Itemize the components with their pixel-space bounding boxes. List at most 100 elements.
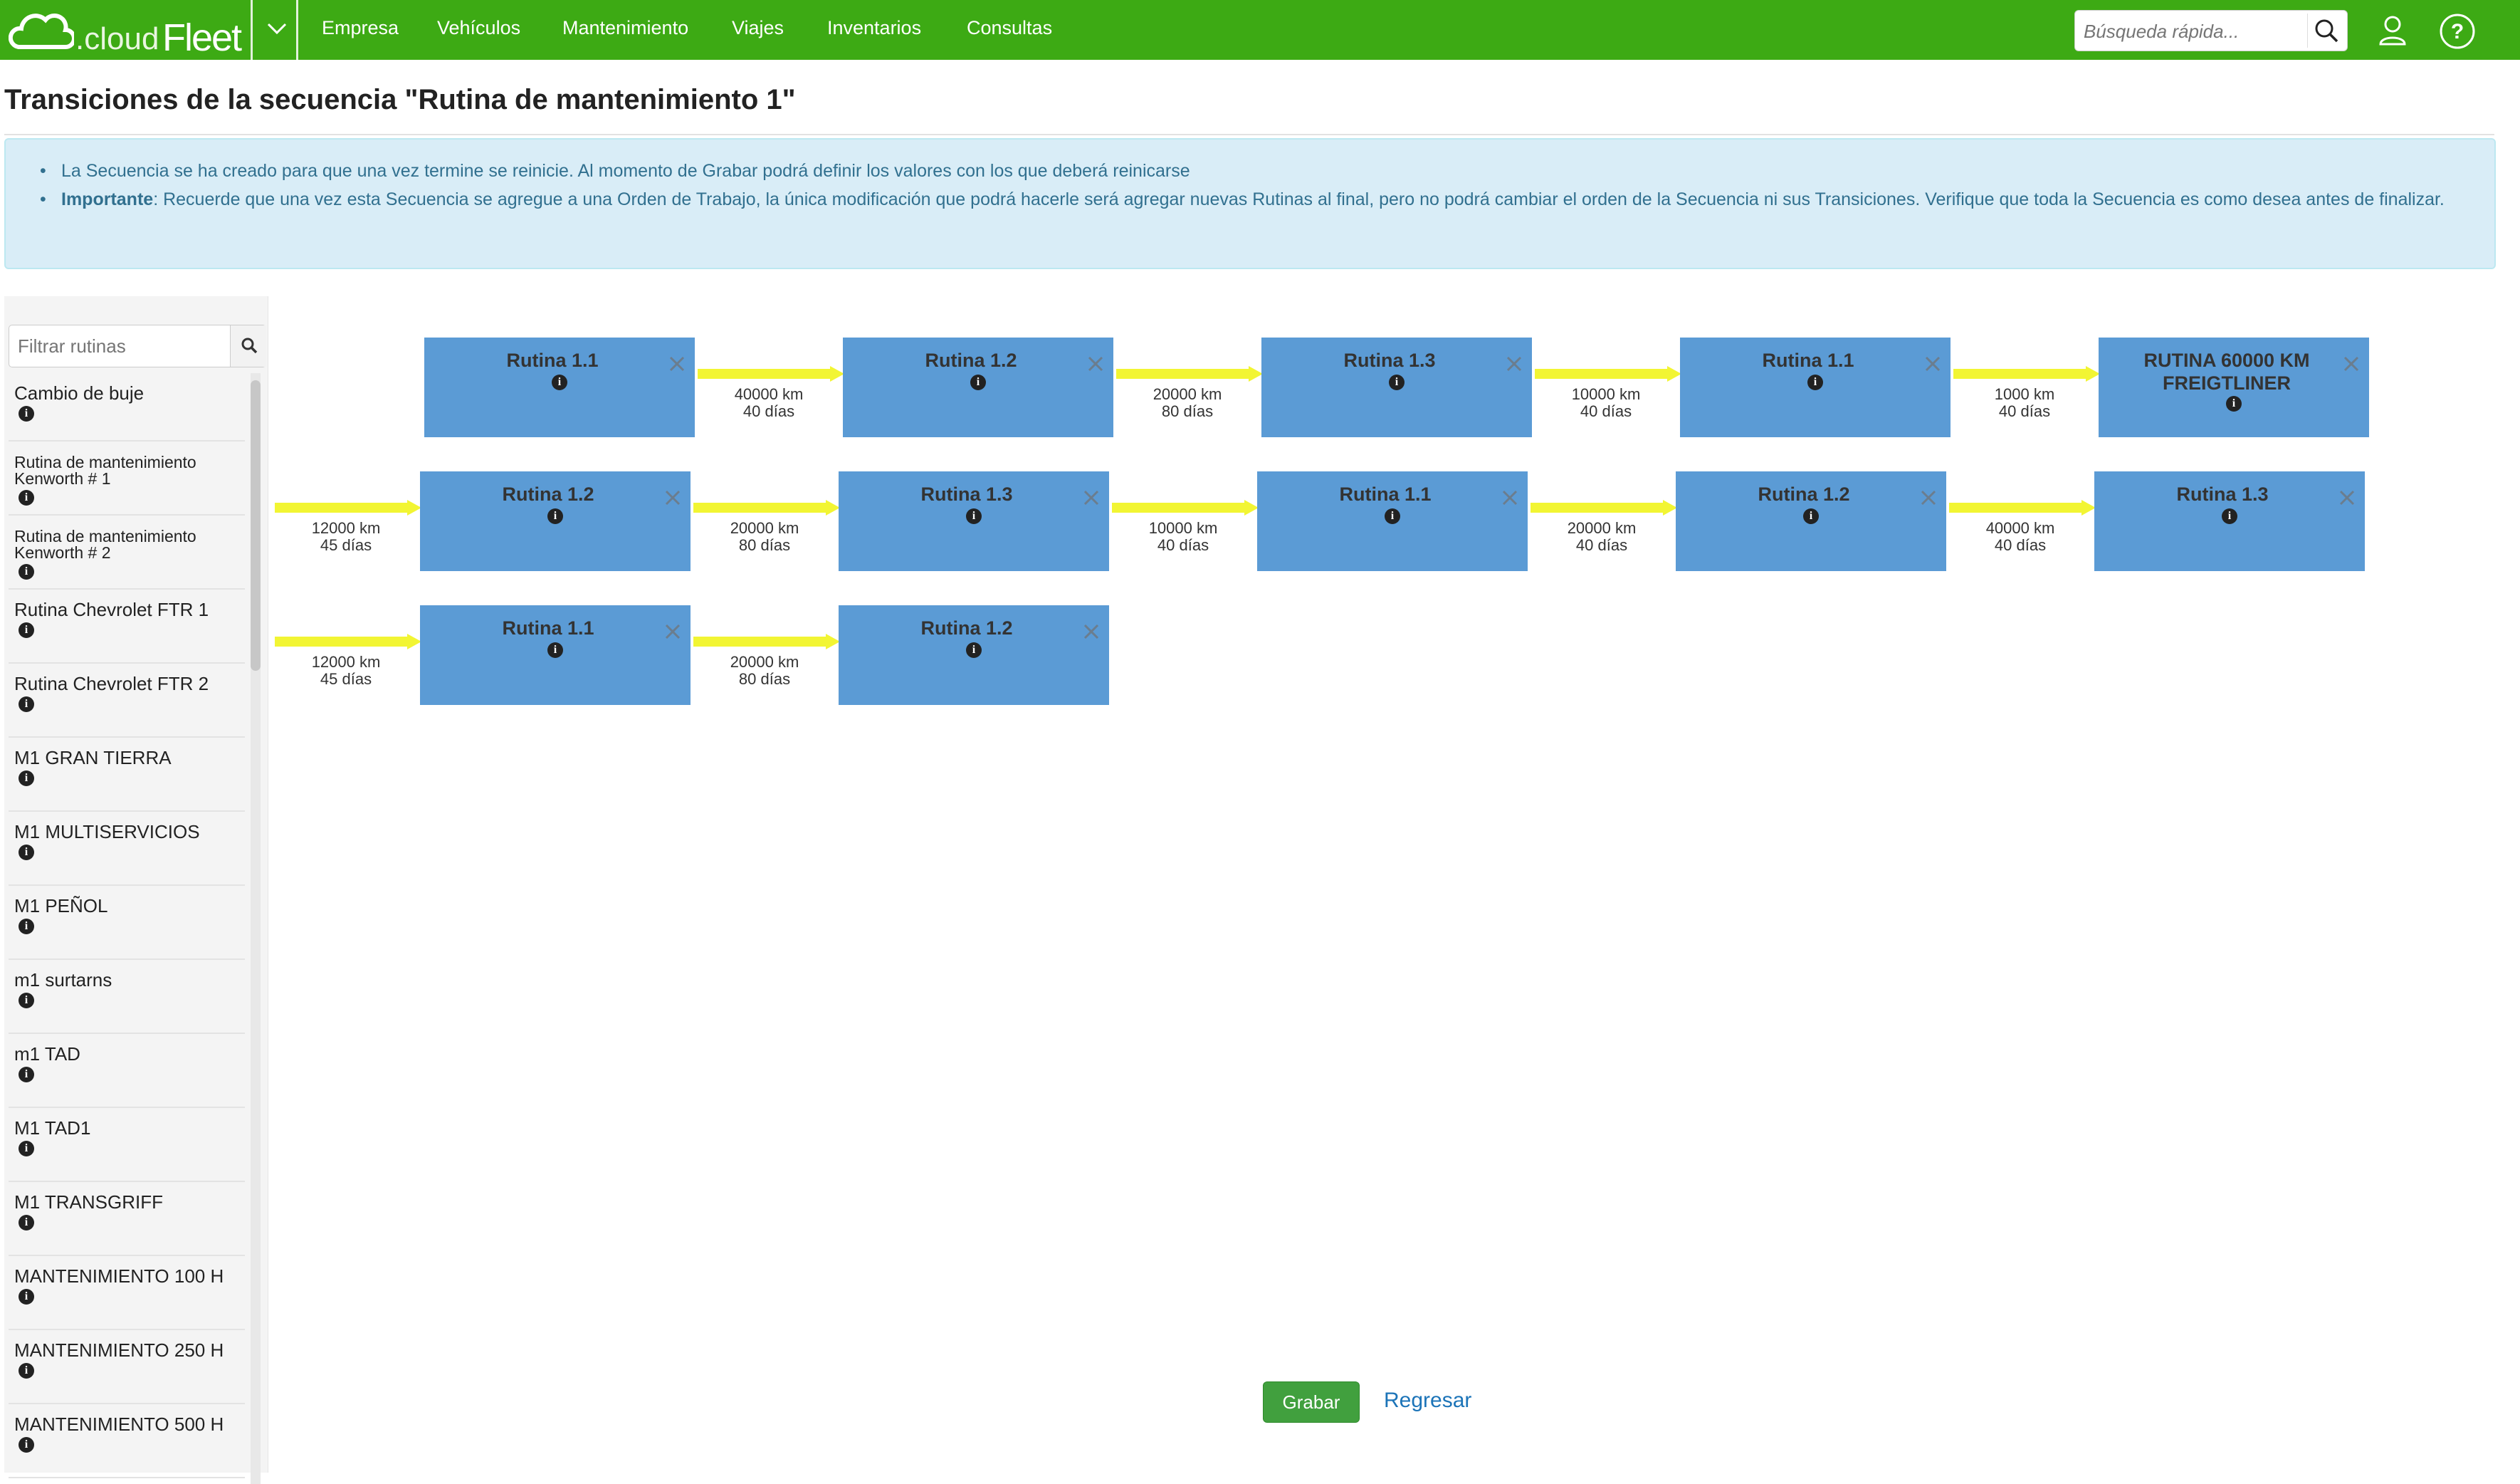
info-icon[interactable]: i: [19, 1067, 34, 1082]
filter-routines-input[interactable]: [16, 331, 219, 361]
sequence-node[interactable]: Rutina 1.3 i: [2094, 471, 2365, 571]
info-icon[interactable]: i: [19, 993, 34, 1008]
transition-km: 40000 km: [734, 385, 804, 403]
info-icon[interactable]: i: [1803, 508, 1819, 524]
nav-item-viajes[interactable]: Viajes: [732, 17, 784, 39]
sequence-node[interactable]: Rutina 1.2 i: [839, 605, 1109, 705]
info-icon[interactable]: i: [19, 1363, 34, 1379]
routine-list-item[interactable]: Rutina Chevrolet FTR 1 i: [9, 590, 245, 664]
back-link[interactable]: Regresar: [1384, 1389, 1471, 1413]
transition-arrow[interactable]: 20000 km 80 días: [693, 498, 843, 554]
remove-node-icon[interactable]: [2341, 353, 2362, 375]
info-icon[interactable]: i: [19, 696, 34, 712]
info-icon[interactable]: i: [1807, 375, 1823, 390]
sequence-node[interactable]: Rutina 1.2 i: [1676, 471, 1946, 571]
routine-list-item[interactable]: MANTENIMIENTO 100 H i: [9, 1256, 245, 1330]
info-icon[interactable]: i: [552, 375, 567, 390]
info-icon[interactable]: i: [19, 845, 34, 860]
sequence-node[interactable]: Rutina 1.1 i: [1680, 338, 1951, 437]
nav-item-empresa[interactable]: Empresa: [322, 17, 399, 39]
sequence-node[interactable]: Rutina 1.1 i: [424, 338, 695, 437]
remove-node-icon[interactable]: [1918, 487, 1939, 508]
routine-list-item[interactable]: Rutina de mantenimiento Kenworth # 1 i: [9, 441, 245, 516]
routine-list-item[interactable]: M1 MULTISERVICIOS i: [9, 812, 245, 886]
transition-arrow[interactable]: 20000 km 80 días: [1116, 365, 1266, 420]
transition-arrow[interactable]: 20000 km 40 días: [1531, 498, 1680, 554]
info-icon[interactable]: i: [19, 1289, 34, 1305]
remove-node-icon[interactable]: [1081, 487, 1102, 508]
routine-list-item[interactable]: M1 GRAN TIERRA i: [9, 738, 245, 812]
sidebar-scrollbar-thumb[interactable]: [251, 380, 261, 671]
info-icon[interactable]: i: [19, 490, 34, 506]
info-icon[interactable]: i: [970, 375, 986, 390]
sequence-node[interactable]: Rutina 1.1 i: [420, 605, 691, 705]
info-icon[interactable]: i: [19, 919, 34, 934]
routine-list-item[interactable]: m1 TAD i: [9, 1034, 245, 1108]
transition-arrow[interactable]: 20000 km 80 días: [693, 632, 843, 688]
sequence-node[interactable]: Rutina 1.2 i: [843, 338, 1113, 437]
info-icon[interactable]: i: [1389, 375, 1405, 390]
routine-list-item[interactable]: M1 TAD1 i: [9, 1108, 245, 1182]
routine-list-item[interactable]: M1 TRANSGRIFF i: [9, 1182, 245, 1256]
routine-list-item[interactable]: Cambio de buje i: [9, 373, 245, 441]
info-icon[interactable]: i: [19, 406, 34, 422]
info-icon[interactable]: i: [966, 508, 982, 524]
info-icon[interactable]: i: [19, 1437, 34, 1453]
transition-arrow[interactable]: 1000 km 40 días: [1953, 365, 2103, 420]
remove-node-icon[interactable]: [1922, 353, 1943, 375]
nav-item-mantenimiento[interactable]: Mantenimiento: [562, 17, 688, 39]
sequence-node[interactable]: Rutina 1.3 i: [839, 471, 1109, 571]
remove-node-icon[interactable]: [662, 621, 683, 642]
info-icon[interactable]: i: [547, 642, 563, 658]
user-account-button[interactable]: [2375, 13, 2410, 48]
transition-days: 45 días: [320, 670, 372, 688]
transition-arrow[interactable]: 10000 km 40 días: [1535, 365, 1684, 420]
transition-arrow[interactable]: 40000 km 40 días: [1949, 498, 2099, 554]
sidebar-scrollbar[interactable]: [251, 373, 261, 1484]
remove-node-icon[interactable]: [1499, 487, 1521, 508]
remove-node-icon[interactable]: [666, 353, 688, 375]
info-icon[interactable]: i: [2226, 396, 2242, 412]
info-icon[interactable]: i: [2222, 508, 2237, 524]
routine-list-item[interactable]: Rutina de mantenimiento Kenworth # 2 i: [9, 516, 245, 590]
info-icon[interactable]: i: [19, 770, 34, 786]
quick-search-button[interactable]: [2307, 14, 2343, 48]
routine-list-item[interactable]: MANTENIMIENTO 250 H i: [9, 1330, 245, 1404]
remove-node-icon[interactable]: [1081, 621, 1102, 642]
transition-days: 45 días: [320, 536, 372, 554]
sequence-node[interactable]: RUTINA 60000 KM FREIGTLINER i: [2099, 338, 2369, 437]
info-icon[interactable]: i: [19, 564, 34, 580]
transition-km: 40000 km: [1985, 519, 2055, 537]
save-button[interactable]: Grabar: [1263, 1381, 1360, 1423]
quick-search-input[interactable]: [2082, 15, 2299, 48]
info-icon[interactable]: i: [19, 622, 34, 638]
nav-item-vehiculos[interactable]: Vehículos: [437, 17, 520, 39]
routine-list-item[interactable]: Rutina Chevrolet FTR 2 i: [9, 664, 245, 738]
info-icon[interactable]: i: [547, 508, 563, 524]
sequence-node-title: RUTINA 60000 KM FREIGTLINER: [2143, 350, 2310, 394]
filter-routines-button[interactable]: [230, 325, 266, 367]
nav-item-inventarios[interactable]: Inventarios: [827, 17, 921, 39]
info-icon[interactable]: i: [19, 1215, 34, 1230]
sequence-node[interactable]: Rutina 1.1 i: [1257, 471, 1528, 571]
transition-arrow[interactable]: 10000 km 40 días: [1112, 498, 1261, 554]
info-icon[interactable]: i: [966, 642, 982, 658]
remove-node-icon[interactable]: [1085, 353, 1106, 375]
help-button[interactable]: ?: [2439, 13, 2476, 50]
cloudfleet-logo[interactable]: .cloud Fleet: [9, 9, 243, 59]
nav-item-consultas[interactable]: Consultas: [967, 17, 1052, 39]
info-icon[interactable]: i: [1385, 508, 1400, 524]
routine-list-item[interactable]: MANTENIMIENTO 500 H i: [9, 1404, 245, 1478]
routine-list-item[interactable]: M1 PEÑOL i: [9, 886, 245, 960]
remove-node-icon[interactable]: [1503, 353, 1525, 375]
remove-node-icon[interactable]: [2336, 487, 2358, 508]
remove-node-icon[interactable]: [662, 487, 683, 508]
nav-menu-toggle[interactable]: [255, 0, 298, 60]
routine-list-item[interactable]: m1 surtarns i: [9, 960, 245, 1034]
sequence-node[interactable]: Rutina 1.3 i: [1261, 338, 1532, 437]
transition-arrow[interactable]: 40000 km 40 días: [698, 365, 847, 420]
transition-arrow[interactable]: 12000 km 45 días: [275, 498, 424, 554]
transition-arrow[interactable]: 12000 km 45 días: [275, 632, 424, 688]
sequence-node[interactable]: Rutina 1.2 i: [420, 471, 691, 571]
info-icon[interactable]: i: [19, 1141, 34, 1156]
